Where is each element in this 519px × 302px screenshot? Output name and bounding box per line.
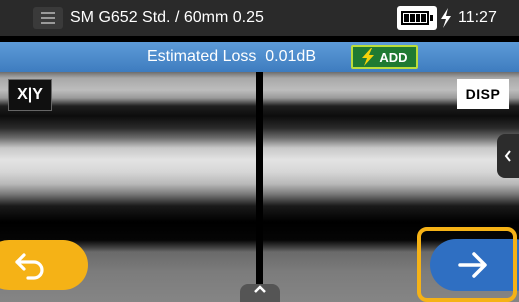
chevron-up-icon bbox=[254, 285, 266, 293]
display-button[interactable]: DISP bbox=[457, 79, 509, 109]
next-button-highlight bbox=[417, 227, 517, 302]
fusion-program-title[interactable]: SM G652 Std. / 60mm 0.25 bbox=[70, 0, 264, 36]
add-label: ADD bbox=[379, 49, 408, 65]
battery-icon bbox=[397, 6, 437, 30]
xy-view-toggle-button[interactable]: X|Y bbox=[8, 79, 52, 111]
estimated-loss-value: 0.01dB bbox=[265, 48, 316, 65]
bottom-panel-tab[interactable] bbox=[240, 284, 280, 302]
back-button[interactable] bbox=[0, 240, 88, 290]
charging-bolt-icon bbox=[441, 8, 451, 28]
side-panel-tab[interactable] bbox=[497, 134, 519, 178]
return-arrow-icon bbox=[15, 253, 44, 280]
menu-button[interactable] bbox=[33, 7, 63, 29]
splice-center-line bbox=[256, 72, 263, 302]
status-bar: SM G652 Std. / 60mm 0.25 11:27 bbox=[0, 0, 519, 36]
add-arc-button[interactable]: ADD bbox=[351, 45, 418, 69]
lightning-bolt-icon bbox=[362, 48, 375, 66]
clock: 11:27 bbox=[458, 9, 497, 26]
estimated-loss-label: Estimated Loss bbox=[147, 48, 257, 65]
estimated-loss-bar: Estimated Loss 0.01dB ADD bbox=[0, 42, 519, 72]
hamburger-menu-icon bbox=[41, 12, 55, 14]
chevron-left-icon bbox=[504, 150, 511, 162]
